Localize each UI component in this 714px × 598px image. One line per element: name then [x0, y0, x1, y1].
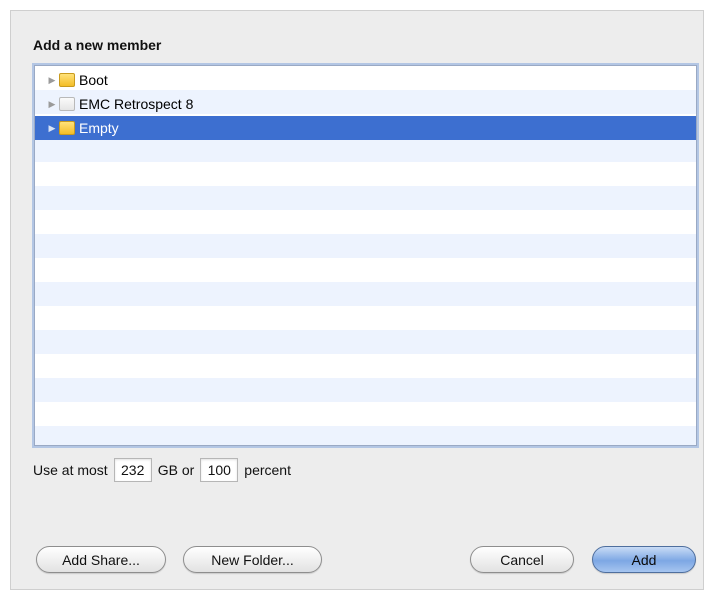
add-share-button[interactable]: Add Share... [36, 546, 166, 573]
list-item-label: Boot [79, 72, 108, 88]
usage-limit-row: Use at most 232 GB or 100 percent [33, 456, 291, 484]
list-item-label: EMC Retrospect 8 [79, 96, 194, 112]
disclosure-triangle-icon[interactable]: ▶ [45, 123, 59, 134]
limit-prefix-label: Use at most [33, 462, 108, 478]
disclosure-triangle-icon[interactable]: ▶ [45, 99, 59, 110]
list-item-boot[interactable]: ▶ Boot [35, 68, 696, 92]
list-item-empty[interactable]: ▶ Empty [35, 116, 696, 140]
folder-icon [59, 73, 75, 87]
drive-icon [59, 97, 75, 111]
percent-unit-label: percent [244, 462, 291, 478]
add-member-dialog: Add a new member ▶ Boot ▶ EMC Retrospect… [10, 10, 704, 590]
percent-limit-field[interactable]: 100 [200, 458, 239, 482]
gb-limit-field[interactable]: 232 [113, 458, 152, 482]
add-button[interactable]: Add [592, 546, 696, 573]
new-folder-button[interactable]: New Folder... [183, 546, 322, 573]
list-item-emc-retrospect[interactable]: ▶ EMC Retrospect 8 [35, 92, 696, 116]
disclosure-triangle-icon[interactable]: ▶ [45, 75, 59, 86]
gb-unit-label: GB or [157, 462, 195, 478]
list-item-label: Empty [79, 120, 119, 136]
dialog-title: Add a new member [33, 37, 162, 53]
cancel-button[interactable]: Cancel [470, 546, 574, 573]
folder-icon [59, 121, 75, 135]
member-list[interactable]: ▶ Boot ▶ EMC Retrospect 8 ▶ Empty [34, 65, 697, 446]
